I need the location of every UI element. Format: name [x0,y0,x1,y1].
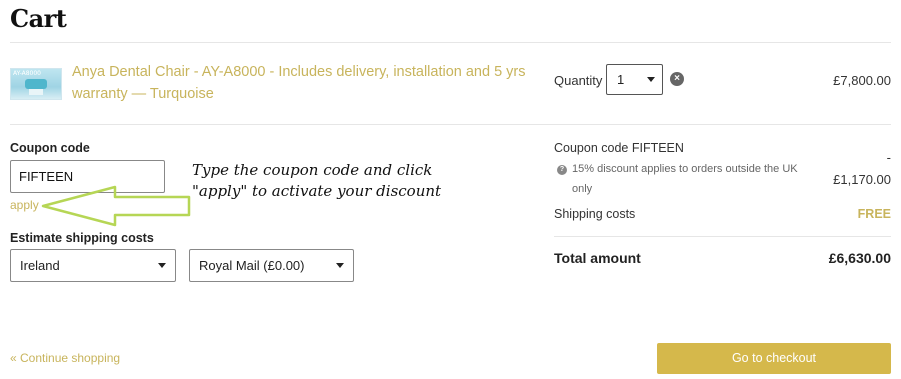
shipping-estimate-label: Estimate shipping costs [10,231,154,245]
total-label: Total amount [554,250,641,266]
divider [10,124,891,125]
divider [10,42,891,43]
summary-coupon-discount: £1,170.00 [833,172,891,187]
country-select[interactable]: Ireland [10,249,176,282]
chevron-down-icon [647,77,655,82]
coupon-label: Coupon code [10,141,90,155]
coupon-note: 15% discount applies to orders outside t… [572,159,798,199]
country-value: Ireland [20,258,60,273]
summary-coupon-dash: - [886,150,891,165]
product-name-link[interactable]: Anya Dental Chair - AY-A8000 - Includes … [72,61,532,105]
shipping-costs-label: Shipping costs [554,207,636,221]
coupon-input-field[interactable] [19,169,159,184]
product-thumbnail[interactable]: AY-A8000 [10,68,62,100]
chevron-down-icon [158,263,166,268]
annotation-arrow [41,185,191,227]
page-title: Cart [10,4,67,33]
quantity-select[interactable]: 1 [606,64,663,95]
info-icon: ? [557,165,567,175]
checkout-button[interactable]: Go to checkout [657,343,891,374]
annotation-line-1: Type the coupon code and click [192,161,433,179]
continue-shopping-link[interactable]: « Continue shopping [10,351,120,365]
chevron-down-icon [336,263,344,268]
summary-coupon-line: Coupon code FIFTEEN [554,141,684,155]
product-image-tag: AY-A8000 [13,70,41,77]
quantity-value: 1 [617,72,625,87]
annotation-text: Type the coupon code and click "apply" t… [192,160,441,202]
shipping-method-value: Royal Mail (£0.00) [199,258,305,273]
coupon-note-line-1: 15% discount applies to orders outside t… [572,163,798,175]
shipping-method-select[interactable]: Royal Mail (£0.00) [189,249,354,282]
item-price: £7,800.00 [833,73,891,88]
coupon-note-line-2: only [572,183,593,195]
quantity-label: Quantity [554,73,603,88]
shipping-costs-value: FREE [857,207,891,221]
divider [554,236,891,237]
close-circle-icon[interactable]: × [670,72,684,86]
apply-coupon-link[interactable]: apply [10,198,39,212]
total-value: £6,630.00 [828,250,891,266]
annotation-line-2: "apply" to activate your discount [192,182,442,200]
